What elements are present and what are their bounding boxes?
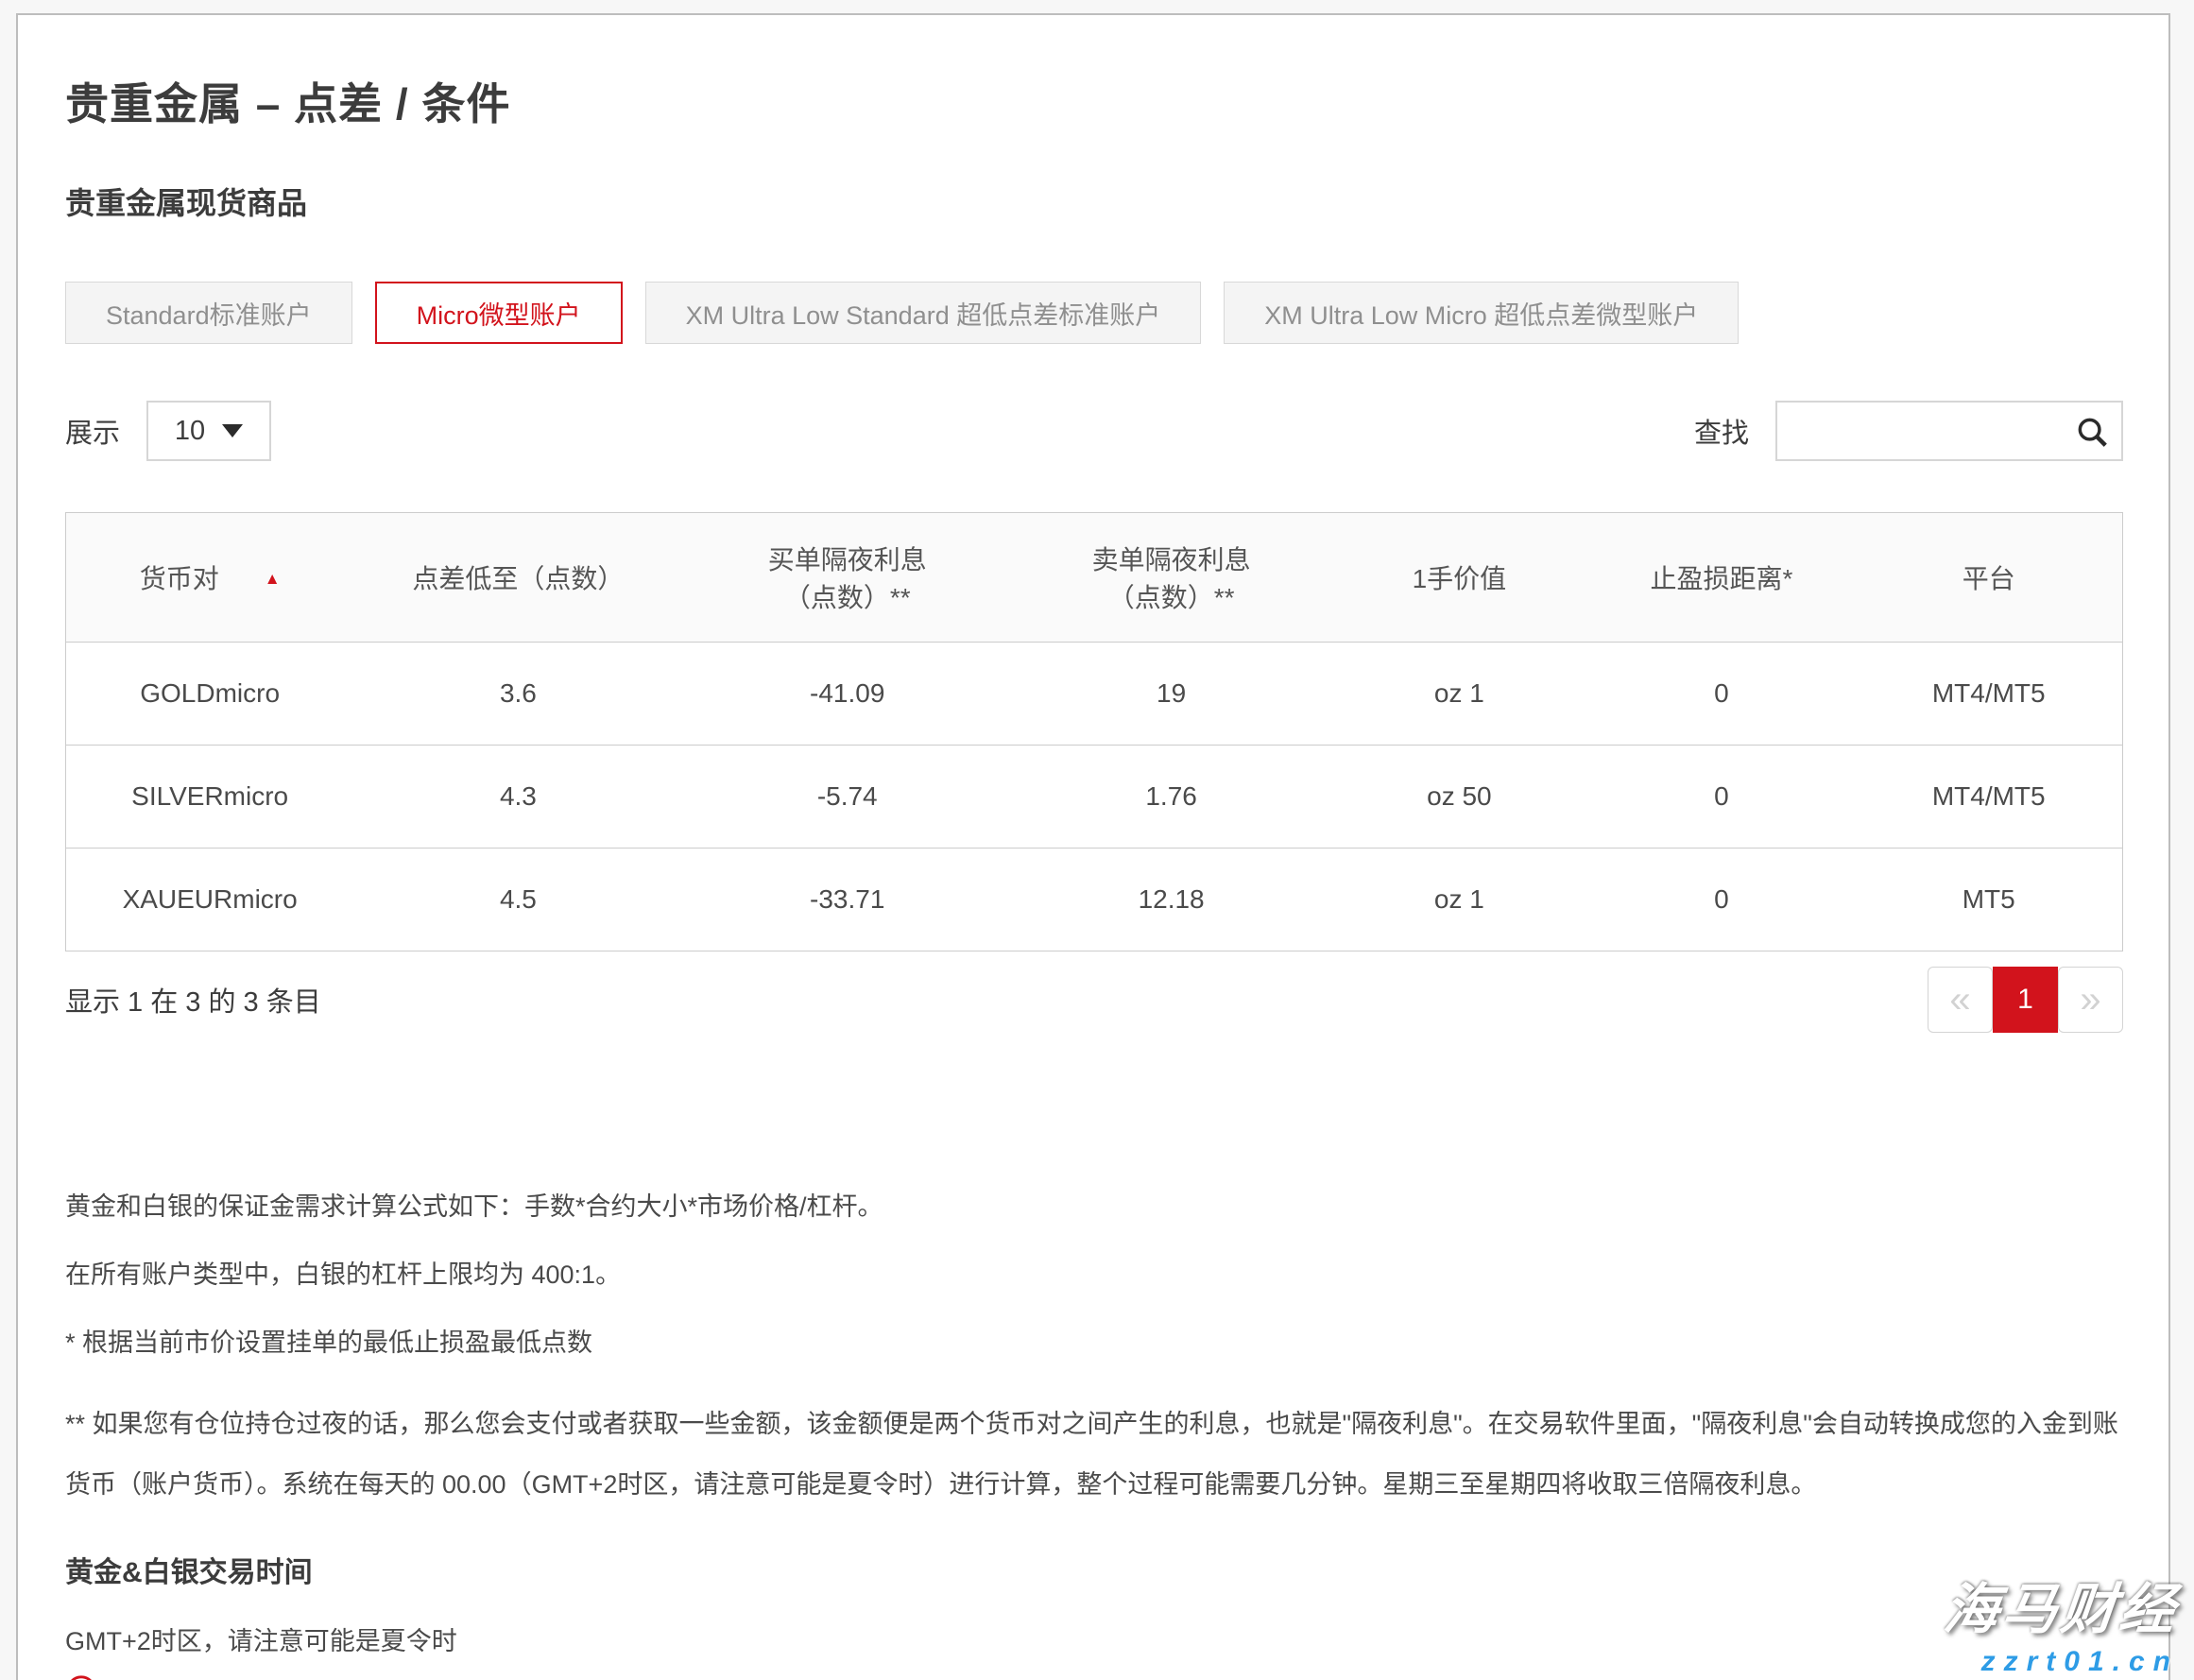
table-row: GOLDmicro 3.6 -41.09 19 oz 1 0 MT4/MT5 [66,643,2123,746]
cell-lot-value: oz 50 [1330,746,1587,849]
search-input[interactable] [1777,403,2121,459]
tab-micro-account[interactable]: Micro微型账户 [375,282,623,344]
cell-lot-value: oz 1 [1330,849,1587,951]
cell-symbol: SILVERmicro [66,746,354,849]
cell-stop-level: 0 [1587,849,1855,951]
clock-icon [65,1674,97,1680]
column-header-stop-level[interactable]: 止盈损距离* [1587,513,1855,643]
note-stop-level: * 根据当前市价设置挂单的最低止损盈最低点数 [65,1326,2123,1360]
chevron-down-icon [222,424,243,437]
cell-symbol: GOLDmicro [66,643,354,746]
trading-hours-weekdays-label: 周一 – 周四: 01:05 – 23:55 [109,1675,409,1680]
column-header-spread[interactable]: 点差低至（点数） [353,513,682,643]
tab-ultra-low-micro-account[interactable]: XM Ultra Low Micro 超低点差微型账户 [1224,282,1739,344]
search-box [1775,401,2123,461]
note-swap-explanation: ** 如果您有仓位持仓过夜的话，那么您会支付或者获取一些金额，该金额便是两个货币… [65,1394,2123,1515]
tab-ultra-low-standard-account[interactable]: XM Ultra Low Standard 超低点差标准账户 [645,282,1202,344]
cell-lot-value: oz 1 [1330,643,1587,746]
content-panel: 贵重金属 – 点差 / 条件 贵重金属现货商品 Standard标准账户 Mic… [16,13,2170,1680]
table-row: SILVERmicro 4.3 -5.74 1.76 oz 50 0 MT4/M… [66,746,2123,849]
cell-stop-level: 0 [1587,643,1855,746]
tab-standard-account[interactable]: Standard标准账户 [65,282,352,344]
note-leverage-cap: 在所有账户类型中，白银的杠杆上限均为 400:1。 [65,1258,2123,1292]
cell-spread: 4.3 [353,746,682,849]
column-header-swap-long[interactable]: 买单隔夜利息 （点数）** [683,513,1012,643]
show-label: 展示 [65,411,120,451]
cell-swap-short: 12.18 [1012,849,1330,951]
table-controls: 展示 10 查找 [65,401,2123,461]
table-header-row: 货币对 ▲ 点差低至（点数） 买单隔夜利息 （点数）** 卖单隔夜利息 （点数）*… [66,513,2123,643]
note-margin-formula: 黄金和白银的保证金需求计算公式如下：手数*合约大小*市场价格/杠杆。 [65,1190,2123,1224]
notes-section: 黄金和白银的保证金需求计算公式如下：手数*合约大小*市场价格/杠杆。 在所有账户… [65,1190,2123,1515]
account-type-tabs: Standard标准账户 Micro微型账户 XM Ultra Low Stan… [65,282,2123,344]
cell-spread: 3.6 [353,643,682,746]
cell-platform: MT4/MT5 [1855,643,2122,746]
page-title: 贵重金属 – 点差 / 条件 [65,70,2123,132]
column-header-swap-short[interactable]: 卖单隔夜利息 （点数）** [1012,513,1330,643]
cell-swap-long: -41.09 [683,643,1012,746]
table-info: 显示 1 在 3 的 3 条目 [65,980,321,1020]
page-size-select[interactable]: 10 [146,401,271,461]
trading-hours-heading: 黄金&白银交易时间 [65,1549,2123,1590]
cell-swap-long: -33.71 [683,849,1012,951]
column-header-symbol[interactable]: 货币对 ▲ [66,513,354,643]
column-header-lot-value[interactable]: 1手价值 [1330,513,1587,643]
table-footer: 显示 1 在 3 的 3 条目 « 1 » [65,967,2123,1033]
cell-platform: MT4/MT5 [1855,746,2122,849]
timezone-note: GMT+2时区，请注意可能是夏令时 [65,1620,2123,1657]
instruments-table: 货币对 ▲ 点差低至（点数） 买单隔夜利息 （点数）** 卖单隔夜利息 （点数）*… [65,512,2123,951]
cell-platform: MT5 [1855,849,2122,951]
page-subtitle: 贵重金属现货商品 [65,180,2123,223]
cell-stop-level: 0 [1587,746,1855,849]
pagination-page-1-button[interactable]: 1 [1993,967,2058,1033]
sort-asc-icon: ▲ [265,570,281,589]
trading-hours-weekdays: 周一 – 周四: 01:05 – 23:55 [65,1674,2123,1680]
cell-spread: 4.5 [353,849,682,951]
cell-swap-long: -5.74 [683,746,1012,849]
cell-swap-short: 19 [1012,643,1330,746]
page-size-value: 10 [175,416,205,447]
pagination-prev-button[interactable]: « [1928,967,1993,1033]
pagination-next-button[interactable]: » [2058,967,2123,1033]
column-header-symbol-label: 货币对 [140,564,219,593]
search-label: 查找 [1694,411,1749,451]
cell-symbol: XAUEURmicro [66,849,354,951]
cell-swap-short: 1.76 [1012,746,1330,849]
table-row: XAUEURmicro 4.5 -33.71 12.18 oz 1 0 MT5 [66,849,2123,951]
pagination: « 1 » [1928,967,2123,1033]
search-icon [2074,414,2110,454]
column-header-platform[interactable]: 平台 [1855,513,2122,643]
